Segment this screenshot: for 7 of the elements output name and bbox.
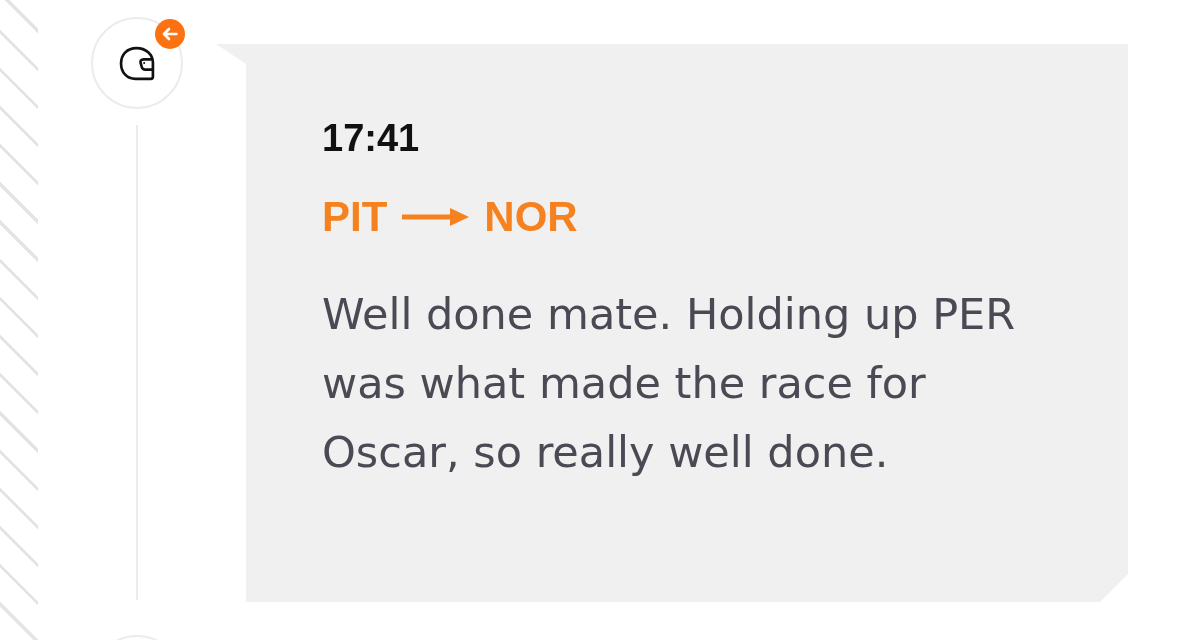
- right-arrow-icon: [402, 207, 470, 227]
- left-arrow-badge-icon: [155, 19, 185, 49]
- recipient-label: NOR: [484, 196, 578, 238]
- sender-label: PIT: [322, 196, 388, 238]
- message-text: Well done mate. Holding up PER was what made the race for Oscar, so really well done.: [322, 288, 1017, 479]
- helmet-icon: [118, 45, 156, 81]
- message-time: 17:41: [322, 119, 421, 157]
